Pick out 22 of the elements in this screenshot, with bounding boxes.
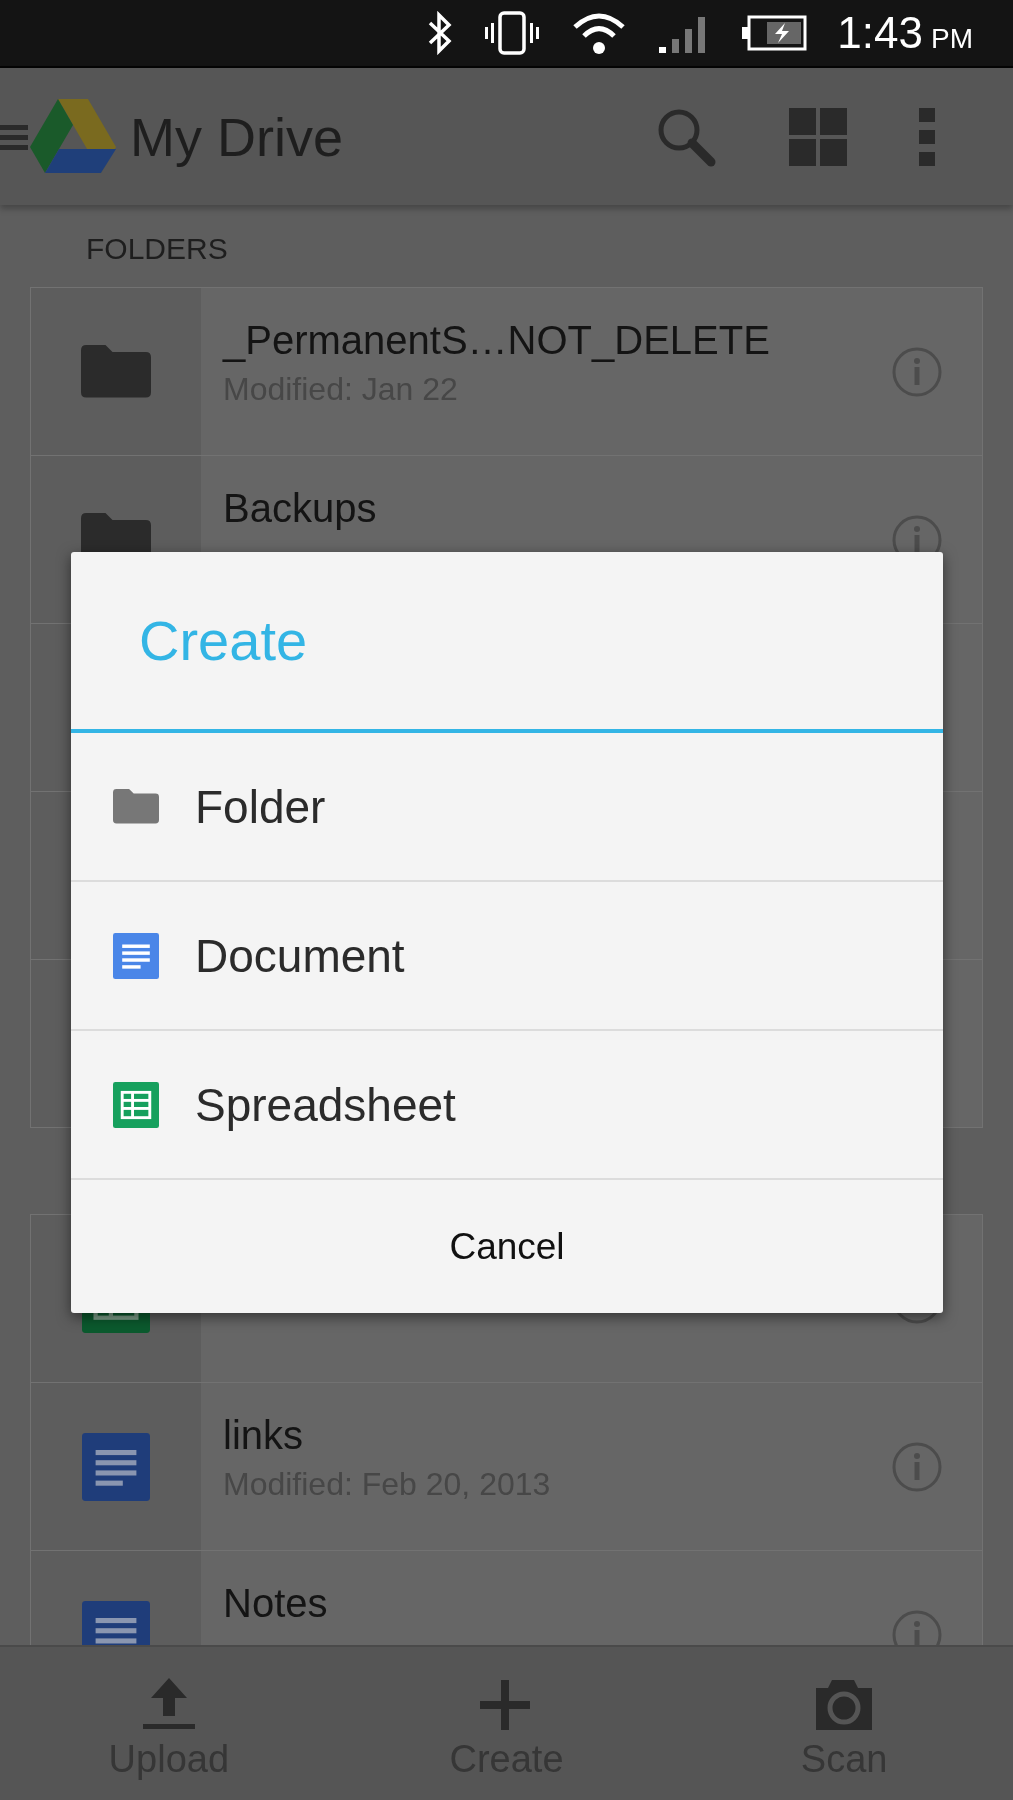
create-option[interactable]: Folder (71, 733, 943, 882)
file-name: Notes (223, 1580, 329, 1627)
file-name: links (223, 1412, 305, 1459)
bluetooth-icon (427, 11, 454, 55)
vibrate-icon (483, 11, 542, 55)
clock-period: PM (931, 25, 973, 53)
file-row[interactable]: Notes (30, 1550, 983, 1645)
spreadsheet-icon (113, 1081, 159, 1128)
folder-icon (81, 345, 151, 398)
grid-view-icon[interactable] (789, 107, 847, 166)
folder-icon (113, 789, 159, 824)
create-option[interactable]: Spreadsheet (71, 1031, 943, 1180)
battery-icon (741, 15, 808, 51)
clock-time: 1:43 (837, 11, 923, 55)
file-name: Backups (223, 485, 378, 532)
document-icon (113, 932, 159, 979)
cancel-button[interactable]: Cancel (71, 1180, 943, 1313)
document-icon (82, 1432, 150, 1501)
section-heading: FOLDERS (85, 230, 229, 267)
more-options-icon[interactable] (919, 107, 935, 166)
file-name: _PermanentS…NOT_DELETE (223, 317, 771, 364)
create-option[interactable]: Document (71, 882, 943, 1031)
